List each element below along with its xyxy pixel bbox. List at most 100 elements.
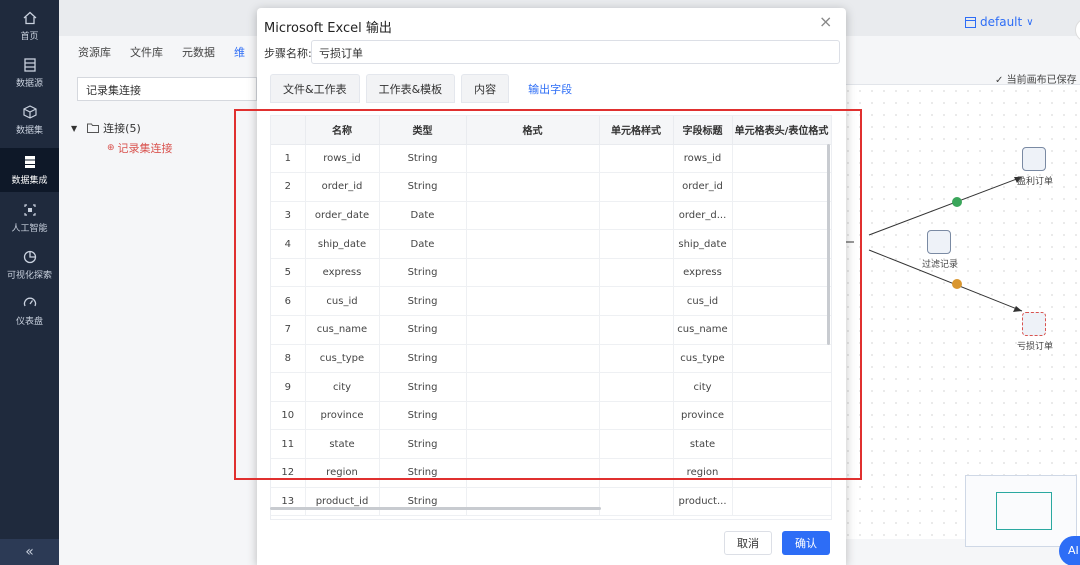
step-name-input[interactable]: 亏损订单 <box>311 40 840 64</box>
nav-item-home[interactable]: 首页 <box>0 4 59 48</box>
tab-output-fields[interactable]: 输出字段 <box>515 74 586 103</box>
close-icon[interactable]: × <box>819 14 833 30</box>
node-filter[interactable] <box>927 230 951 254</box>
cell-type[interactable]: String <box>379 172 467 202</box>
cell-name[interactable]: region <box>305 458 380 488</box>
cell-field-title[interactable]: ship_date <box>673 229 733 259</box>
cell-field-title[interactable]: product... <box>673 487 733 517</box>
cell-field-title[interactable]: cus_type <box>673 344 733 374</box>
cell-style[interactable] <box>599 258 674 288</box>
workspace-select[interactable]: default ∨ <box>965 15 1034 29</box>
cell-field-title[interactable]: cus_name <box>673 315 733 345</box>
confirm-button[interactable]: 确认 <box>782 531 830 555</box>
cell-header-format[interactable] <box>732 172 831 202</box>
cell-style[interactable] <box>599 286 674 317</box>
cell-name[interactable]: province <box>305 401 380 431</box>
cell-style[interactable] <box>599 344 674 374</box>
table-row[interactable]: 4 ship_date Date ship_date <box>271 229 831 259</box>
cell-style[interactable] <box>599 229 674 259</box>
tab-dimension[interactable]: 维 <box>234 44 245 60</box>
column-header-type[interactable]: 类型 <box>379 116 467 145</box>
cell-field-title[interactable]: city <box>673 372 733 402</box>
cell-field-title[interactable]: order_id <box>673 172 733 202</box>
table-row[interactable]: 8 cus_type String cus_type <box>271 344 831 374</box>
cell-name[interactable]: city <box>305 372 380 402</box>
table-row[interactable]: 12 region String region <box>271 458 831 488</box>
column-header-header-format[interactable]: 单元格表头/表位格式 <box>732 116 831 145</box>
tree-group[interactable]: ▼ 连接(5) <box>71 118 173 138</box>
cell-field-title[interactable]: cus_id <box>673 286 733 317</box>
cell-header-format[interactable] <box>732 401 831 431</box>
cell-type[interactable]: String <box>379 286 467 317</box>
cell-field-title[interactable]: rows_id <box>673 144 733 174</box>
cell-header-format[interactable] <box>732 229 831 259</box>
table-row[interactable]: 2 order_id String order_id <box>271 172 831 202</box>
cell-type[interactable]: String <box>379 144 467 174</box>
cell-header-format[interactable] <box>732 429 831 460</box>
cell-format[interactable] <box>466 315 600 345</box>
nav-item-dataset[interactable]: 数据集 <box>0 98 59 142</box>
column-header-field-title[interactable]: 字段标题 <box>673 116 733 145</box>
cell-name[interactable]: ship_date <box>305 229 380 259</box>
cell-type[interactable]: Date <box>379 229 467 259</box>
tab-resource[interactable]: 资源库 <box>78 44 111 60</box>
cell-header-format[interactable] <box>732 258 831 288</box>
cell-name[interactable]: cus_id <box>305 286 380 317</box>
cell-style[interactable] <box>599 372 674 402</box>
cell-format[interactable] <box>466 458 600 488</box>
cell-format[interactable] <box>466 344 600 374</box>
cell-style[interactable] <box>599 144 674 174</box>
cell-name[interactable]: product_id <box>305 487 380 517</box>
node-loss[interactable] <box>1022 312 1046 336</box>
cell-header-format[interactable] <box>732 201 831 231</box>
ai-assistant-button[interactable]: AI <box>1059 536 1080 565</box>
cell-format[interactable] <box>466 258 600 288</box>
cell-style[interactable] <box>599 172 674 202</box>
cell-header-format[interactable] <box>732 372 831 402</box>
cell-style[interactable] <box>599 429 674 460</box>
table-row[interactable]: 6 cus_id String cus_id <box>271 286 831 317</box>
cell-header-format[interactable] <box>732 144 831 174</box>
cell-format[interactable] <box>466 172 600 202</box>
cell-field-title[interactable]: express <box>673 258 733 288</box>
nav-item-datasource[interactable]: 数据源 <box>0 51 59 95</box>
cell-type[interactable]: String <box>379 487 467 517</box>
cell-format[interactable] <box>466 372 600 402</box>
cell-field-title[interactable]: order_d... <box>673 201 733 231</box>
cell-type[interactable]: Date <box>379 201 467 231</box>
cell-header-format[interactable] <box>732 344 831 374</box>
cell-header-format[interactable] <box>732 315 831 345</box>
tree-leaf[interactable]: ⊕ 记录集连接 <box>107 138 173 158</box>
horizontal-scrollbar[interactable] <box>270 507 601 510</box>
tab-files[interactable]: 文件库 <box>130 44 163 60</box>
resource-search-input[interactable]: 记录集连接 <box>77 77 257 101</box>
table-row[interactable]: 1 rows_id String rows_id <box>271 144 831 174</box>
cell-format[interactable] <box>466 401 600 431</box>
cell-header-format[interactable] <box>732 458 831 488</box>
column-header-format[interactable]: 格式 <box>466 116 600 145</box>
cell-field-title[interactable]: state <box>673 429 733 460</box>
cell-type[interactable]: String <box>379 344 467 374</box>
cell-style[interactable] <box>599 401 674 431</box>
cell-style[interactable] <box>599 458 674 488</box>
column-header-cell-style[interactable]: 单元格样式 <box>599 116 674 145</box>
cell-format[interactable] <box>466 429 600 460</box>
table-row[interactable]: 10 province String province <box>271 401 831 431</box>
column-header-name[interactable]: 名称 <box>305 116 380 145</box>
cell-format[interactable] <box>466 487 600 517</box>
cell-header-format[interactable] <box>732 487 831 517</box>
table-row[interactable]: 9 city String city <box>271 372 831 402</box>
cell-field-title[interactable]: region <box>673 458 733 488</box>
nav-item-dashboard[interactable]: 仪表盘 <box>0 289 59 333</box>
canvas-minimap[interactable] <box>965 475 1077 547</box>
cell-name[interactable]: order_date <box>305 201 380 231</box>
cell-name[interactable]: order_id <box>305 172 380 202</box>
cell-name[interactable]: express <box>305 258 380 288</box>
cell-name[interactable]: state <box>305 429 380 460</box>
cell-style[interactable] <box>599 315 674 345</box>
node-profit[interactable] <box>1022 147 1046 171</box>
cell-type[interactable]: String <box>379 372 467 402</box>
tab-metadata[interactable]: 元数据 <box>182 44 215 60</box>
cell-name[interactable]: cus_name <box>305 315 380 345</box>
cell-style[interactable] <box>599 487 674 517</box>
